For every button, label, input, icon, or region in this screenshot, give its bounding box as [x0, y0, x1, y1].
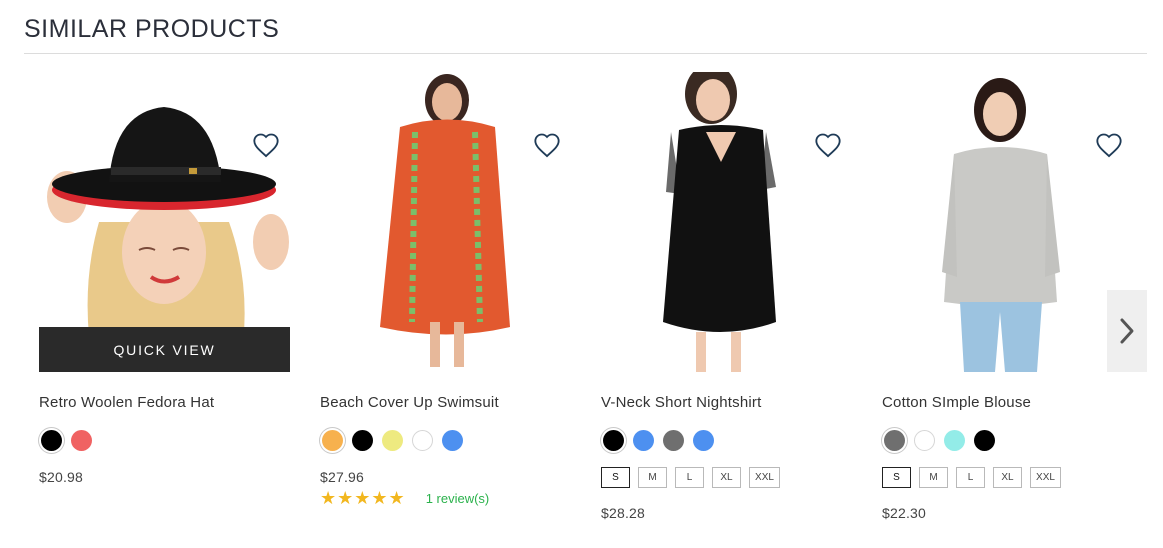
- heart-outline-icon: [534, 133, 560, 158]
- product-card[interactable]: QUICK VIEW Retro Woolen Fedora Hat $20.9…: [39, 72, 291, 485]
- size-option[interactable]: M: [638, 467, 667, 488]
- section-title: SIMILAR PRODUCTS: [24, 15, 280, 43]
- color-swatches: [884, 430, 995, 451]
- color-swatches: [41, 430, 92, 451]
- quick-view-button[interactable]: QUICK VIEW: [39, 327, 290, 372]
- heart-outline-icon: [253, 133, 279, 158]
- product-price: $22.30: [882, 505, 927, 521]
- product-image-area[interactable]: [882, 72, 1133, 372]
- product-image[interactable]: [601, 72, 852, 372]
- size-option[interactable]: S: [882, 467, 911, 488]
- product-image-area[interactable]: QUICK VIEW: [39, 72, 290, 372]
- color-swatches: [322, 430, 463, 451]
- color-swatch-grey[interactable]: [884, 430, 905, 451]
- carousel-next-button[interactable]: [1107, 290, 1147, 372]
- chevron-right-icon: [1120, 318, 1134, 344]
- color-swatch-blue[interactable]: [442, 430, 463, 451]
- product-card[interactable]: Cotton SImple Blouse S M L XL XXL $22.30: [882, 72, 1134, 521]
- color-swatch-aqua[interactable]: [944, 430, 965, 451]
- size-options: S M L XL XXL: [882, 467, 1061, 488]
- product-rating: ★★★★★ 1 review(s): [320, 488, 489, 509]
- size-option[interactable]: XXL: [1030, 467, 1061, 488]
- size-option[interactable]: XXL: [749, 467, 780, 488]
- size-option[interactable]: L: [956, 467, 985, 488]
- heart-outline-icon: [815, 133, 841, 158]
- size-option[interactable]: L: [675, 467, 704, 488]
- star-rating: ★★★★★: [320, 488, 406, 508]
- wishlist-button[interactable]: [814, 132, 842, 158]
- color-swatch-coral[interactable]: [71, 430, 92, 451]
- color-swatch-blue[interactable]: [693, 430, 714, 451]
- wishlist-button[interactable]: [1095, 132, 1123, 158]
- color-swatch-white[interactable]: [412, 430, 433, 451]
- color-swatch-black[interactable]: [974, 430, 995, 451]
- product-name[interactable]: V-Neck Short Nightshirt: [601, 394, 762, 411]
- color-swatch-black[interactable]: [352, 430, 373, 451]
- size-option[interactable]: M: [919, 467, 948, 488]
- color-swatch-white[interactable]: [914, 430, 935, 451]
- wishlist-button[interactable]: [533, 132, 561, 158]
- size-option[interactable]: S: [601, 467, 630, 488]
- product-image[interactable]: [882, 72, 1133, 372]
- product-image-area[interactable]: [601, 72, 852, 372]
- product-name[interactable]: Beach Cover Up Swimsuit: [320, 394, 499, 411]
- product-name[interactable]: Retro Woolen Fedora Hat: [39, 394, 214, 411]
- color-swatch-yellow[interactable]: [382, 430, 403, 451]
- heart-outline-icon: [1096, 133, 1122, 158]
- product-price: $20.98: [39, 469, 84, 485]
- product-price: $28.28: [601, 505, 646, 521]
- color-swatch-grey[interactable]: [663, 430, 684, 451]
- section-divider: [24, 53, 1147, 54]
- product-image[interactable]: [320, 72, 571, 372]
- color-swatch-black[interactable]: [603, 430, 624, 451]
- color-swatches: [603, 430, 714, 451]
- color-swatch-blue[interactable]: [633, 430, 654, 451]
- size-option[interactable]: XL: [712, 467, 741, 488]
- product-card[interactable]: V-Neck Short Nightshirt S M L XL XXL $28…: [601, 72, 853, 521]
- product-price: $27.96: [320, 469, 365, 485]
- size-option[interactable]: XL: [993, 467, 1022, 488]
- product-name[interactable]: Cotton SImple Blouse: [882, 394, 1031, 411]
- product-card[interactable]: Beach Cover Up Swimsuit $27.96 ★★★★★ 1 r…: [320, 72, 572, 508]
- product-image-area[interactable]: [320, 72, 571, 372]
- color-swatch-black[interactable]: [41, 430, 62, 451]
- size-options: S M L XL XXL: [601, 467, 780, 488]
- color-swatch-orange[interactable]: [322, 430, 343, 451]
- wishlist-button[interactable]: [252, 132, 280, 158]
- reviews-link[interactable]: 1 review(s): [426, 491, 490, 506]
